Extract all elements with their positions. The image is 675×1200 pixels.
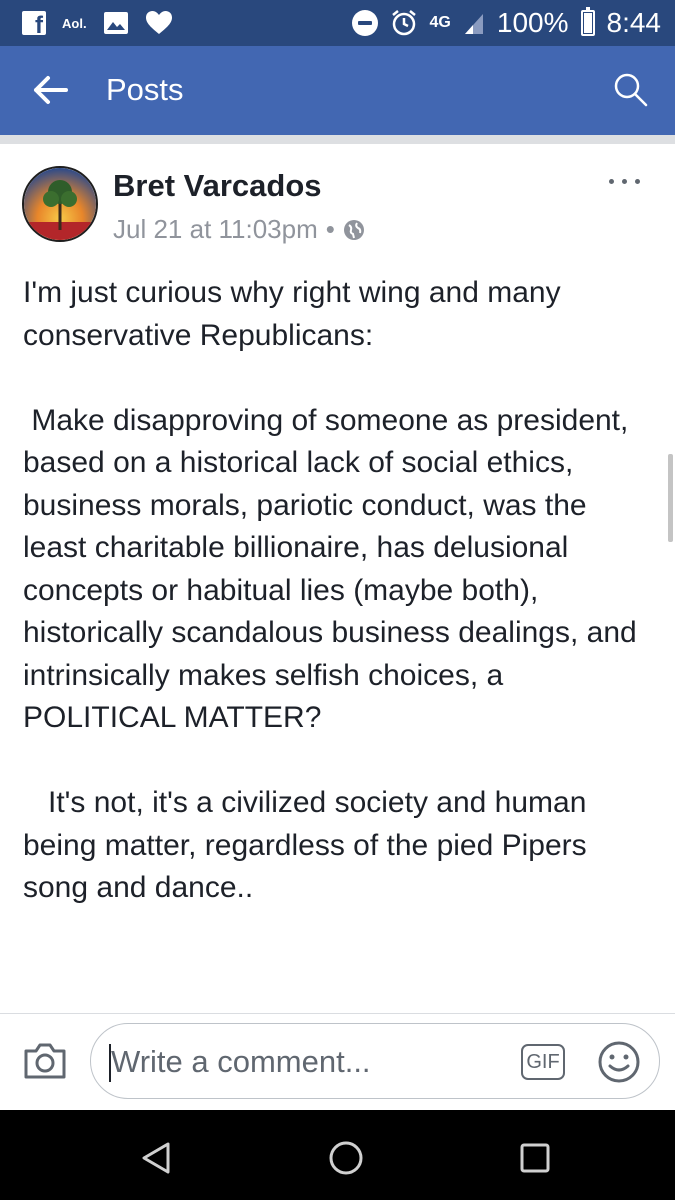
camera-button[interactable] [22, 1041, 68, 1081]
scrollbar-thumb[interactable] [668, 454, 673, 542]
circle-home-icon [329, 1141, 363, 1175]
comment-field[interactable]: GIF [90, 1023, 660, 1099]
clock: 8:44 [606, 7, 662, 38]
battery-percent: 100% [496, 7, 569, 38]
globe-icon [343, 219, 364, 240]
nav-home-button[interactable] [326, 1138, 366, 1178]
emoji-button[interactable] [597, 1040, 641, 1084]
more-options-button[interactable] [609, 172, 643, 188]
facebook-notification-icon: f [22, 11, 46, 38]
notification-icons: f Aol. [22, 8, 173, 38]
network-type-label: 4G [429, 14, 451, 31]
post-body: I'm just curious why right wing and many… [23, 276, 637, 904]
back-button[interactable] [30, 70, 74, 110]
camera-icon [24, 1043, 66, 1079]
page-title: Posts [106, 72, 184, 107]
divider [0, 135, 675, 144]
search-button[interactable] [613, 72, 649, 108]
do-not-disturb-icon [351, 10, 378, 36]
battery-icon [580, 7, 595, 36]
system-nav-bar [0, 1110, 675, 1200]
post: Bret Varcados Jul 21 at 11:03pm • I'm ju… [0, 144, 675, 1014]
app-bar: Posts [0, 46, 675, 135]
square-recents-icon [520, 1143, 550, 1173]
comment-bar: GIF [0, 1013, 675, 1110]
search-icon [614, 73, 648, 107]
author-avatar[interactable] [22, 166, 98, 242]
gif-button[interactable]: GIF [521, 1044, 565, 1080]
system-icons: 4G 100% 8:44 [351, 6, 662, 40]
alarm-icon [391, 10, 416, 36]
image-notification-icon [103, 12, 128, 34]
post-meta: Jul 21 at 11:03pm • [113, 214, 365, 245]
triangle-back-icon [142, 1142, 170, 1174]
heart-notification-icon [145, 11, 172, 34]
smiley-icon [598, 1041, 640, 1083]
back-arrow-icon [34, 76, 68, 104]
post-timestamp[interactable]: Jul 21 at 11:03pm [113, 214, 318, 245]
signal-icon [464, 14, 483, 34]
meta-separator: • [325, 214, 335, 244]
author-name[interactable]: Bret Varcados [113, 168, 322, 204]
comment-input[interactable] [111, 1038, 511, 1086]
avatar-image [24, 168, 96, 240]
aol-notification-icon: Aol. [62, 15, 87, 31]
nav-recents-button[interactable] [515, 1138, 555, 1178]
nav-back-button[interactable] [136, 1138, 176, 1178]
status-bar: f Aol. 4G 100% 8:44 [0, 0, 675, 46]
